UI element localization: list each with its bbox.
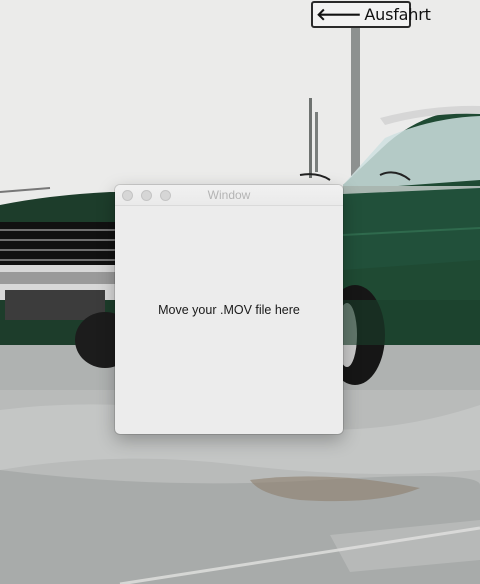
minimize-button[interactable] bbox=[141, 190, 152, 201]
arrow-left-icon: 🡐 bbox=[316, 5, 362, 24]
window-titlebar[interactable]: Window bbox=[115, 185, 343, 206]
app-window: Window Move your .MOV file here bbox=[115, 185, 343, 434]
zoom-button[interactable] bbox=[160, 190, 171, 201]
desktop: 🡐 Ausfahrt Window Move your .MOV file he… bbox=[0, 0, 480, 584]
window-controls bbox=[122, 190, 171, 201]
drop-zone[interactable]: Move your .MOV file here bbox=[115, 206, 343, 434]
close-button[interactable] bbox=[122, 190, 133, 201]
street-sign: 🡐 Ausfahrt bbox=[311, 1, 431, 28]
street-sign-label: Ausfahrt bbox=[364, 5, 431, 24]
drop-message: Move your .MOV file here bbox=[158, 302, 300, 317]
